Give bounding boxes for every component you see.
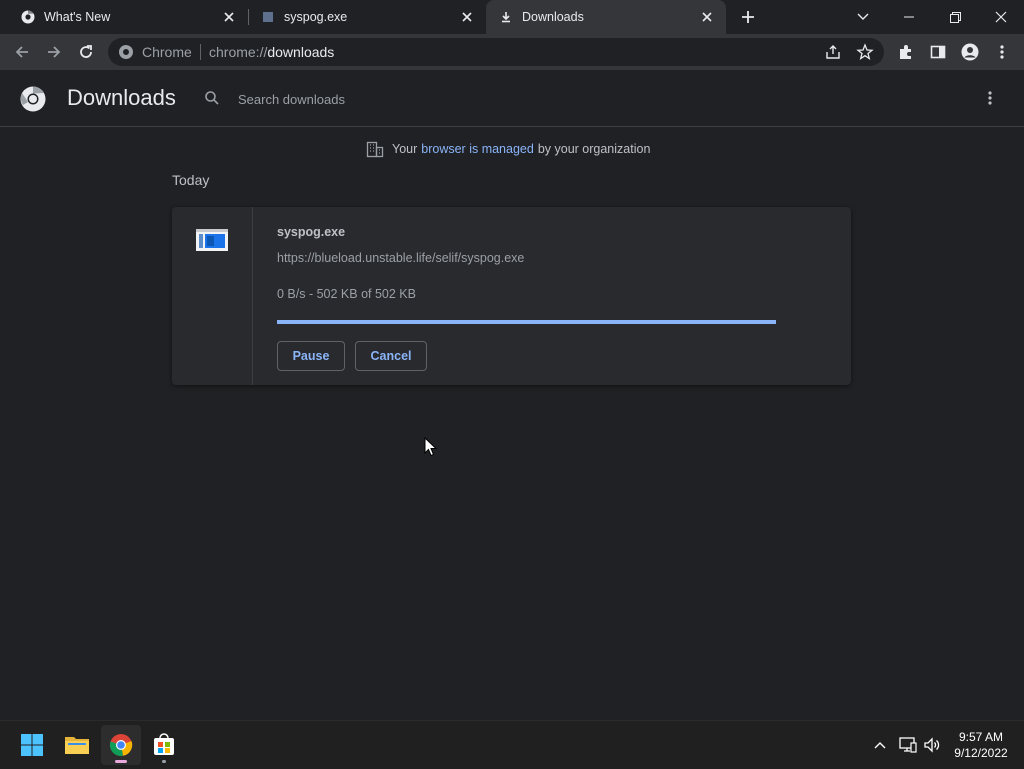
restore-icon: [949, 11, 961, 23]
chrome-logo-icon: [20, 86, 46, 112]
close-tab-icon[interactable]: [698, 8, 716, 26]
start-button[interactable]: [12, 725, 52, 765]
chevron-down-icon: [857, 13, 869, 20]
chrome-menu-button[interactable]: [990, 40, 1014, 64]
speaker-icon: [924, 737, 940, 753]
mouse-cursor-icon: [424, 436, 438, 457]
back-button[interactable]: [10, 40, 34, 64]
puzzle-icon: [900, 45, 911, 59]
extensions-button[interactable]: [894, 40, 918, 64]
arrow-right-icon: [48, 46, 61, 58]
system-clock[interactable]: 9:57 AM 9/12/2022: [946, 729, 1016, 761]
clock-time: 9:57 AM: [958, 730, 1004, 744]
network-icon: [899, 737, 917, 753]
clock-date: 9/12/2022: [954, 746, 1008, 760]
volume-button[interactable]: [922, 735, 942, 755]
address-bar[interactable]: Chrome chrome://downloads: [108, 38, 884, 66]
close-window-button[interactable]: [978, 0, 1024, 34]
tab-whats-new[interactable]: What's New: [0, 0, 248, 34]
file-explorer-button[interactable]: [57, 725, 97, 765]
page-title: Downloads: [67, 85, 176, 110]
url-text: chrome://downloads: [209, 44, 334, 60]
show-hidden-icons-button[interactable]: [870, 735, 890, 755]
managed-notice: Your browser is managed by your organiza…: [366, 140, 650, 158]
tab-syspog[interactable]: syspog.exe: [248, 0, 486, 34]
side-panel-button[interactable]: [926, 40, 950, 64]
reload-icon: [80, 45, 92, 58]
download-item-card: syspog.exe https://blueload.unstable.lif…: [172, 207, 851, 385]
chrome-icon: [20, 9, 36, 25]
chevron-up-icon: [874, 742, 886, 749]
download-icon-column: [172, 207, 253, 385]
tab-title: Downloads: [522, 10, 584, 24]
active-app-indicator: [115, 760, 127, 763]
bookmark-star-icon[interactable]: [856, 43, 874, 66]
microsoft-store-icon: [154, 733, 174, 755]
more-vert-icon: [1000, 45, 1004, 59]
download-filename[interactable]: syspog.exe: [277, 225, 345, 239]
search-icon: [204, 90, 220, 106]
share-icon[interactable]: [824, 43, 842, 66]
download-progress-fill: [277, 320, 776, 324]
downloads-header: Downloads: [0, 70, 1024, 127]
running-app-indicator: [162, 760, 166, 763]
profile-button[interactable]: [958, 40, 982, 64]
taskbar: 9:57 AM 9/12/2022: [0, 720, 1024, 769]
downloads-menu-button[interactable]: [982, 86, 998, 110]
url-host: downloads: [267, 44, 335, 60]
managed-suffix: by your organization: [537, 142, 651, 156]
search-input[interactable]: [236, 80, 840, 118]
tab-strip: What's New syspog.exe Downloads: [0, 0, 1024, 34]
chrome-taskbar-button[interactable]: [101, 725, 141, 765]
new-tab-button[interactable]: [738, 7, 758, 27]
download-icon: [498, 9, 514, 25]
minimize-button[interactable]: [886, 0, 932, 34]
side-panel-icon: [930, 45, 946, 59]
chrome-icon: [109, 734, 133, 756]
reload-button[interactable]: [74, 40, 98, 64]
pause-button[interactable]: Pause: [277, 341, 345, 371]
avatar-icon: [961, 43, 979, 61]
tab-title: syspog.exe: [284, 10, 348, 24]
url-scheme: chrome://: [209, 44, 268, 60]
microsoft-store-button[interactable]: [144, 725, 184, 765]
tab-downloads[interactable]: Downloads: [486, 0, 726, 34]
plus-icon: [742, 11, 754, 23]
close-icon: [995, 11, 1007, 23]
start-icon: [21, 734, 43, 756]
forward-button[interactable]: [42, 40, 66, 64]
download-status: 0 B/s - 502 KB of 502 KB: [277, 287, 416, 301]
restore-button[interactable]: [932, 0, 978, 34]
date-heading: Today: [172, 172, 210, 188]
tab-search-button[interactable]: [840, 0, 886, 34]
browser-toolbar: Chrome chrome://downloads: [0, 34, 1024, 70]
omnibox-divider: [200, 44, 201, 60]
download-url[interactable]: https://blueload.unstable.life/selif/sys…: [277, 251, 524, 265]
exe-file-icon: [196, 229, 228, 251]
file-icon: [260, 9, 276, 25]
network-status-button[interactable]: [898, 735, 918, 755]
more-vert-icon: [988, 91, 992, 105]
tab-title: What's New: [44, 10, 111, 24]
browser-managed-link[interactable]: browser is managed: [421, 142, 534, 156]
building-icon: [366, 140, 384, 158]
close-tab-icon[interactable]: [220, 8, 238, 26]
chrome-icon: [118, 44, 134, 60]
site-label: Chrome: [142, 44, 192, 60]
search-bar[interactable]: [192, 80, 868, 118]
cancel-button[interactable]: Cancel: [355, 341, 427, 371]
minimize-icon: [904, 16, 914, 18]
download-progress-bar: [277, 320, 776, 324]
managed-prefix: Your: [392, 142, 418, 156]
close-tab-icon[interactable]: [458, 8, 476, 26]
file-explorer-icon: [65, 737, 89, 754]
arrow-left-icon: [15, 46, 28, 58]
